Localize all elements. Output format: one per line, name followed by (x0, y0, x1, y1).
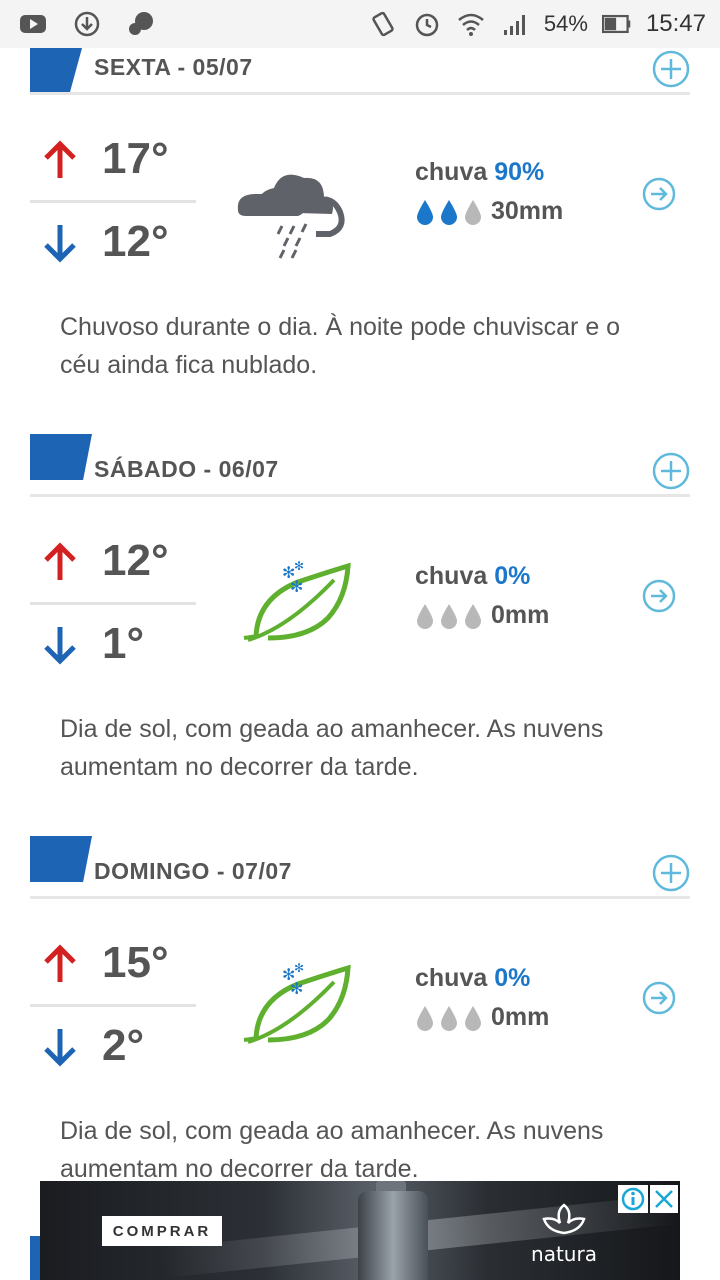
drop-empty-icon (417, 1005, 433, 1031)
min-temp-row: 1° (30, 605, 196, 685)
rain-probability: 0% (494, 562, 531, 590)
day-header: DOMINGO - 07/07 (30, 834, 690, 899)
min-temp-row: 2° (30, 1007, 196, 1087)
day-description: Dia de sol, com geada ao amanhecer. As n… (60, 1117, 604, 1183)
drop-empty-icon (417, 603, 433, 629)
drop-empty-icon (441, 603, 457, 629)
arrow-down-icon (44, 1029, 76, 1067)
details-arrow-icon[interactable] (642, 981, 676, 1015)
rain-drops: 30mm (415, 197, 563, 226)
divider (30, 92, 690, 95)
expand-plus-icon[interactable] (652, 452, 690, 490)
rain-amount: 30mm (491, 197, 564, 225)
natura-logo-icon (542, 1203, 586, 1235)
rain-line: chuva 90% (415, 158, 563, 187)
download-icon (74, 11, 100, 37)
next-day-flag (30, 1236, 40, 1280)
drop-filled-icon (441, 199, 457, 225)
ad-banner[interactable]: COMPRAR natura (40, 1181, 680, 1280)
min-temp-row: 12° (30, 203, 196, 283)
rain-line: chuva 0% (415, 964, 549, 993)
min-temperature: 12° (102, 217, 169, 266)
status-bar: 54% 15:47 (0, 0, 720, 48)
rain-line: chuva 0% (415, 562, 549, 591)
drop-empty-icon (465, 603, 481, 629)
temperature-block: 12° 1° (30, 522, 196, 685)
rain-probability: 0% (494, 964, 531, 992)
arrow-down-icon (44, 627, 76, 665)
alarm-icon (415, 13, 439, 37)
divider (30, 494, 690, 497)
rain-info: chuva 90% 30mm (415, 158, 563, 226)
battery-icon (601, 14, 631, 34)
rain-drops: 0mm (415, 601, 549, 630)
temperature-block: 17° 12° (30, 120, 196, 283)
day-title: SEXTA - 05/07 (94, 54, 253, 80)
rain-probability: 90% (494, 158, 545, 186)
min-temperature: 2° (102, 1021, 145, 1070)
max-temp-row: 12° (30, 522, 196, 602)
divider (30, 896, 690, 899)
arrow-down-icon (44, 225, 76, 263)
signal-icon (503, 15, 525, 35)
ad-brand-logo: natura (516, 1203, 612, 1269)
rain-label: chuva (415, 158, 488, 186)
rain-amount: 0mm (491, 1003, 550, 1031)
day-header: SÁBADO - 06/07 (30, 432, 690, 497)
svg-text:✻: ✻ (294, 961, 304, 975)
rain-info: chuva 0% 0mm (415, 562, 549, 630)
day-flag (30, 836, 92, 882)
chat-icon (129, 12, 153, 35)
arrow-up-icon (44, 140, 76, 178)
max-temperature: 15° (102, 938, 169, 987)
wifi-icon (458, 13, 484, 36)
drop-empty-icon (441, 1005, 457, 1031)
max-temperature: 12° (102, 536, 169, 585)
svg-text:✻: ✻ (290, 577, 303, 596)
drop-empty-icon (465, 1005, 481, 1031)
vibrate-icon (372, 11, 394, 37)
svg-text:✻: ✻ (294, 559, 304, 573)
max-temperature: 17° (102, 134, 169, 183)
ad-bottle-image (358, 1191, 428, 1280)
details-arrow-icon[interactable] (642, 579, 676, 613)
expand-plus-icon[interactable] (652, 50, 690, 88)
max-temp-row: 15° (30, 924, 196, 1004)
battery-percent: 54% (543, 11, 588, 36)
ad-info-icon[interactable] (618, 1185, 648, 1213)
rain-info: chuva 0% 0mm (415, 964, 549, 1032)
rain-label: chuva (415, 964, 488, 992)
frost-leaf-icon: ✻ ✻ ✻ (243, 559, 351, 642)
frost-leaf-icon: ✻ ✻ ✻ (243, 961, 351, 1044)
youtube-icon (20, 15, 46, 33)
rain-cloud-icon (237, 174, 345, 259)
drop-filled-icon (417, 199, 433, 225)
day-title: SÁBADO - 06/07 (94, 456, 279, 482)
day-title: DOMINGO - 07/07 (94, 858, 292, 884)
details-arrow-icon[interactable] (642, 177, 676, 211)
day-flag (30, 434, 92, 480)
drop-empty-icon (465, 199, 481, 225)
min-temperature: 1° (102, 619, 145, 668)
expand-plus-icon[interactable] (652, 854, 690, 892)
clock: 15:47 (645, 10, 706, 37)
ad-close-icon[interactable] (650, 1185, 678, 1213)
ad-brand-name: natura (531, 1242, 597, 1266)
rain-drops: 0mm (415, 1003, 549, 1032)
rain-label: chuva (415, 562, 488, 590)
arrow-up-icon (44, 944, 76, 982)
max-temp-row: 17° (30, 120, 196, 200)
temperature-block: 15° 2° (30, 924, 196, 1087)
day-flag (30, 48, 82, 92)
svg-text:✻: ✻ (290, 979, 303, 998)
rain-amount: 0mm (491, 601, 550, 629)
ad-buy-button[interactable]: COMPRAR (102, 1216, 222, 1246)
day-header: SEXTA - 05/07 (30, 46, 690, 95)
day-description: Chuvoso durante o dia. À noite pode chuv… (60, 313, 621, 379)
arrow-up-icon (44, 542, 76, 580)
day-description: Dia de sol, com geada ao amanhecer. As n… (60, 715, 604, 781)
